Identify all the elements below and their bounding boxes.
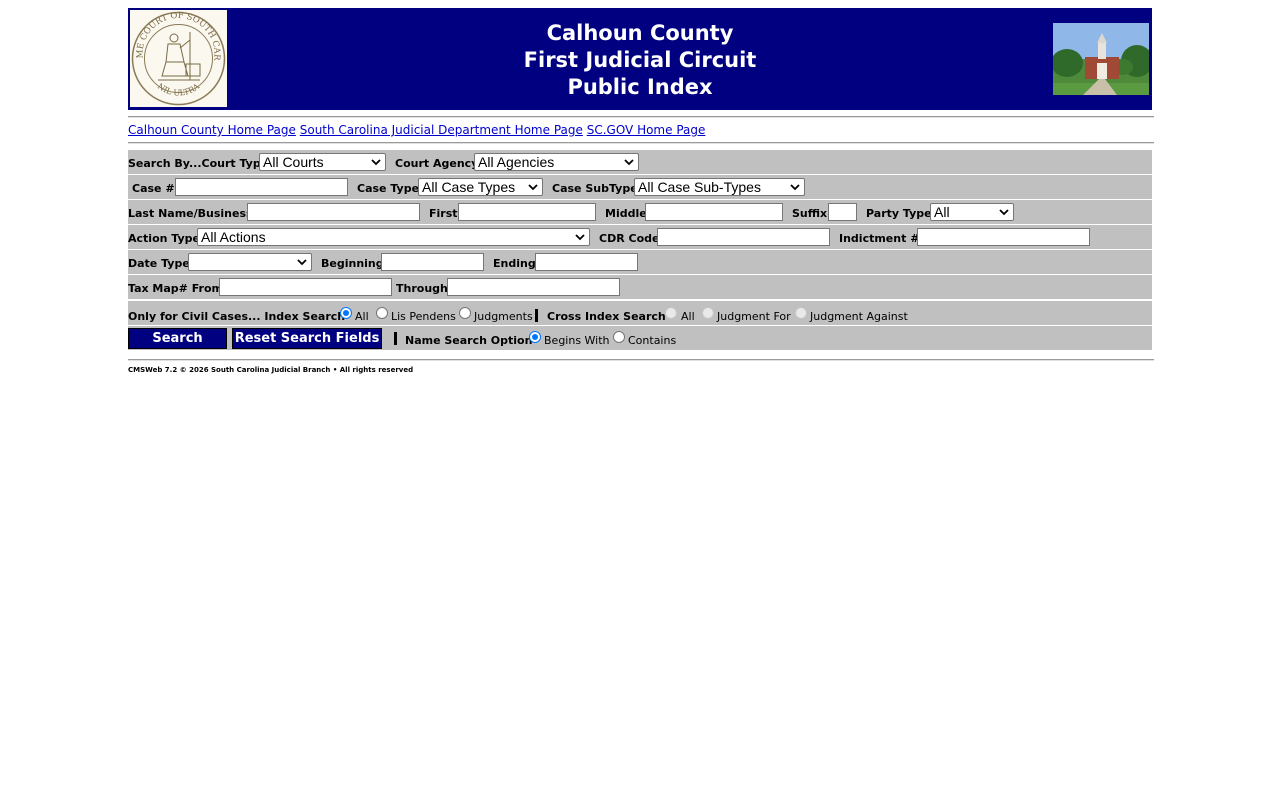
first-name-label: First bbox=[429, 207, 458, 220]
middle-name-input[interactable] bbox=[645, 203, 783, 221]
link-scgov-home[interactable]: SC.GOV Home Page bbox=[587, 123, 706, 137]
title-line-circuit: First Judicial Circuit bbox=[523, 48, 757, 72]
name-option-contains: Contains bbox=[628, 334, 677, 347]
cross-radio-all[interactable] bbox=[665, 307, 677, 319]
row-date: Date Type Beginning Ending bbox=[128, 250, 1152, 274]
row-name: Last Name/Business First Middle Suffix P… bbox=[128, 200, 1152, 224]
court-type-label: Search By...Court Type bbox=[128, 157, 269, 170]
divider-bottom bbox=[128, 359, 1154, 361]
row-civil-index: Only for Civil Cases... Index Search All… bbox=[128, 301, 1152, 325]
chevron-down-icon bbox=[575, 234, 585, 241]
index-radio-lis-pendens[interactable] bbox=[376, 307, 388, 319]
divider-links bbox=[128, 142, 1154, 144]
last-name-input[interactable] bbox=[247, 203, 420, 221]
index-option-all: All bbox=[355, 310, 369, 323]
middle-name-label: Middle bbox=[605, 207, 647, 220]
last-name-label: Last Name/Business bbox=[128, 207, 253, 220]
name-radio-begins-with[interactable] bbox=[529, 331, 541, 343]
courthouse-image-icon bbox=[1053, 23, 1149, 95]
beginning-date-input[interactable] bbox=[381, 253, 484, 271]
cross-option-all: All bbox=[681, 310, 695, 323]
name-search-option-label: Name Search Option bbox=[405, 334, 533, 347]
tax-map-from-input[interactable] bbox=[219, 278, 392, 296]
row-court: Search By...Court Type All Courts Court … bbox=[128, 150, 1152, 174]
cross-radio-judgment-for[interactable] bbox=[702, 307, 714, 319]
title-line-county: Calhoun County bbox=[546, 21, 734, 45]
court-type-select[interactable]: All Courts bbox=[259, 153, 386, 171]
link-county-home[interactable]: Calhoun County Home Page bbox=[128, 123, 296, 137]
index-radio-all[interactable] bbox=[340, 307, 352, 319]
title-line-index: Public Index bbox=[567, 75, 713, 99]
action-type-select[interactable]: All Actions bbox=[197, 228, 590, 246]
beginning-date-label: Beginning bbox=[321, 257, 384, 270]
page-title: Calhoun County First Judicial Circuit Pu… bbox=[128, 20, 1152, 101]
suffix-input[interactable] bbox=[828, 203, 857, 221]
through-label: Through bbox=[396, 282, 448, 295]
party-type-label: Party Type bbox=[866, 207, 932, 220]
cdr-code-input[interactable] bbox=[657, 228, 830, 246]
indictment-label: Indictment # bbox=[839, 232, 920, 245]
case-type-value: All Case Types bbox=[422, 179, 516, 195]
index-option-lis-pendens: Lis Pendens bbox=[391, 310, 456, 323]
cross-radio-judgment-against[interactable] bbox=[795, 307, 807, 319]
link-judicial-home[interactable]: South Carolina Judicial Department Home … bbox=[300, 123, 583, 137]
cross-option-judgment-for: Judgment For bbox=[717, 310, 791, 323]
reset-search-button[interactable]: Reset Search Fields bbox=[232, 328, 382, 349]
search-button[interactable]: Search bbox=[128, 328, 227, 349]
chevron-down-icon bbox=[624, 159, 634, 166]
cross-index-label: Cross Index Search bbox=[547, 310, 666, 323]
divider-top bbox=[128, 116, 1154, 118]
date-type-label: Date Type bbox=[128, 257, 190, 270]
tax-map-from-label: Tax Map# From bbox=[128, 282, 223, 295]
action-type-label: Action Type bbox=[128, 232, 200, 245]
case-subtype-label: Case SubType bbox=[552, 182, 638, 195]
ending-date-label: Ending bbox=[493, 257, 536, 270]
header-banner: SUPREME COURT OF SOUTH CAROLINA NIL ULTR… bbox=[128, 8, 1152, 110]
indictment-input[interactable] bbox=[917, 228, 1090, 246]
court-type-value: All Courts bbox=[263, 154, 324, 170]
civil-only-label: Only for Civil Cases... Index Search bbox=[128, 310, 346, 323]
case-subtype-select[interactable]: All Case Sub-Types bbox=[634, 178, 805, 196]
court-agency-value: All Agencies bbox=[478, 154, 555, 170]
chevron-down-icon bbox=[297, 259, 307, 266]
court-agency-label: Court Agency bbox=[395, 157, 479, 170]
tax-map-through-input[interactable] bbox=[447, 278, 620, 296]
name-option-begins-with: Begins With bbox=[544, 334, 610, 347]
row-action: Action Type All Actions CDR Code Indictm… bbox=[128, 225, 1152, 249]
chevron-down-icon bbox=[999, 209, 1009, 216]
header-links: Calhoun County Home Page South Carolina … bbox=[128, 122, 705, 138]
row-taxmap: Tax Map# From Through bbox=[128, 275, 1152, 299]
case-type-select[interactable]: All Case Types bbox=[418, 178, 543, 196]
suffix-label: Suffix bbox=[792, 207, 828, 220]
row-actions: Search Reset Search Fields Name Search O… bbox=[128, 326, 1152, 350]
first-name-input[interactable] bbox=[458, 203, 596, 221]
name-radio-contains[interactable] bbox=[613, 331, 625, 343]
index-option-judgments: Judgments bbox=[474, 310, 533, 323]
party-type-value: All bbox=[934, 204, 950, 220]
chevron-down-icon bbox=[790, 184, 800, 191]
case-number-input[interactable] bbox=[175, 178, 348, 196]
chevron-down-icon bbox=[371, 159, 381, 166]
cross-option-judgment-against: Judgment Against bbox=[810, 310, 908, 323]
separator bbox=[535, 309, 538, 322]
case-subtype-value: All Case Sub-Types bbox=[638, 179, 761, 195]
footer-copyright: CMSWeb 7.2 © 2026 South Carolina Judicia… bbox=[128, 366, 414, 374]
ending-date-input[interactable] bbox=[535, 253, 638, 271]
case-number-label: Case # bbox=[132, 182, 175, 195]
date-type-select[interactable] bbox=[188, 253, 312, 271]
index-radio-judgments[interactable] bbox=[459, 307, 471, 319]
action-type-value: All Actions bbox=[201, 229, 266, 245]
separator bbox=[394, 332, 397, 345]
party-type-select[interactable]: All bbox=[930, 203, 1014, 221]
page-container: SUPREME COURT OF SOUTH CAROLINA NIL ULTR… bbox=[128, 8, 1154, 374]
chevron-down-icon bbox=[528, 184, 538, 191]
court-agency-select[interactable]: All Agencies bbox=[474, 153, 639, 171]
case-type-label: Case Type bbox=[357, 182, 420, 195]
courthouse-photo bbox=[1053, 23, 1149, 95]
cdr-code-label: CDR Code bbox=[599, 232, 660, 245]
row-case: Case # Case Type All Case Types Case Sub… bbox=[128, 175, 1152, 199]
